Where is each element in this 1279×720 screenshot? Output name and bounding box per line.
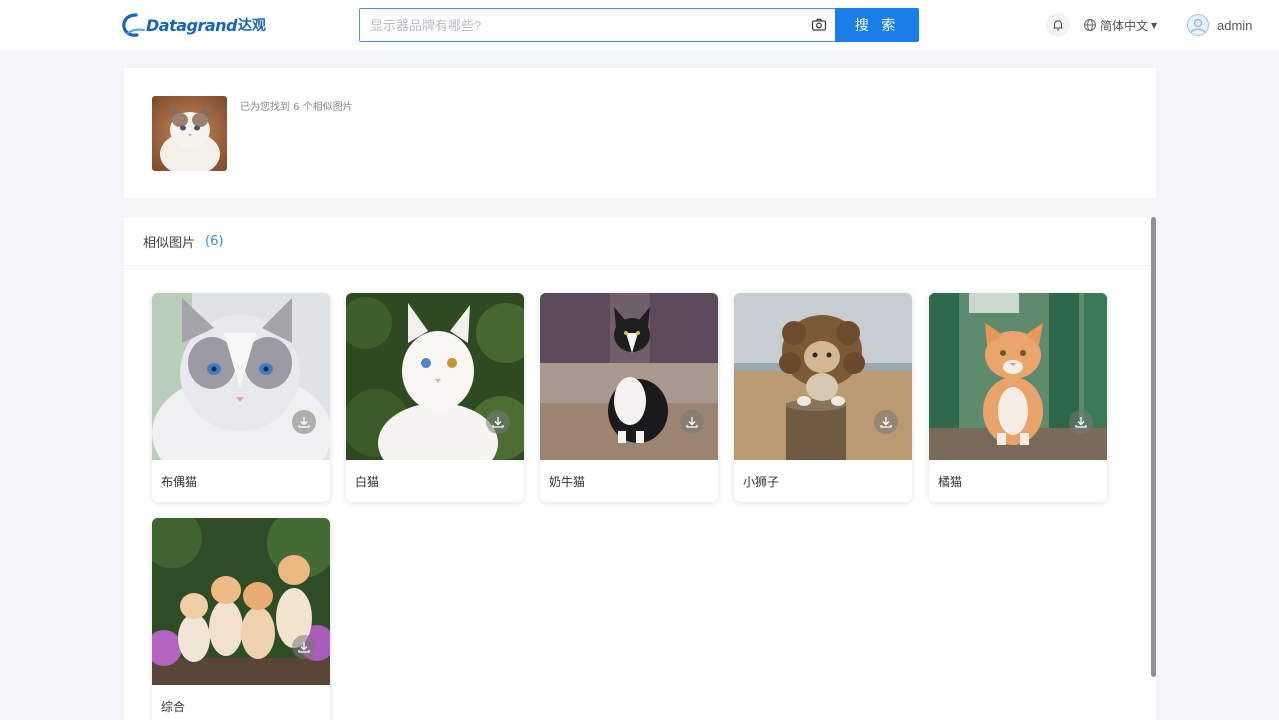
logo[interactable]: Datagrand 达观 — [122, 10, 266, 40]
camera-icon[interactable] — [810, 16, 828, 34]
download-icon[interactable] — [680, 410, 704, 434]
download-icon[interactable] — [874, 410, 898, 434]
result-label: 白猫 — [355, 474, 380, 489]
top-header: Datagrand 达观 搜 索 简体中文 ▼ — [0, 0, 1279, 50]
result-card[interactable]: 布偶猫 — [152, 293, 330, 502]
bell-icon[interactable] — [1046, 13, 1070, 37]
result-card[interactable]: 奶牛猫 — [540, 293, 718, 502]
search-input[interactable] — [360, 9, 800, 41]
language-selector[interactable]: 简体中文 ▼ — [1083, 16, 1157, 34]
result-card[interactable]: 综合 — [152, 518, 330, 720]
avatar — [1187, 14, 1209, 36]
query-image — [152, 96, 227, 171]
download-icon[interactable] — [486, 410, 510, 434]
result-card[interactable]: 小狮子 — [734, 293, 912, 502]
search-box — [359, 8, 836, 42]
results-header: 相似图片 (6) — [124, 217, 1156, 266]
results-panel: 相似图片 (6) 布偶猫 白猫 奶牛猫 小狮子 橘猫 综合 — [124, 217, 1156, 720]
logo-cn-text: 达观 — [238, 18, 267, 34]
caret-down-icon: ▼ — [1151, 20, 1158, 30]
result-label: 综合 — [161, 699, 186, 714]
found-count-text: 已为您找到 6 个相似图片 — [240, 102, 353, 113]
result-image — [152, 293, 330, 460]
user-menu[interactable]: admin — [1187, 13, 1252, 37]
language-label: 简体中文 — [1100, 18, 1149, 33]
result-label: 奶牛猫 — [549, 474, 586, 489]
search-button[interactable]: 搜 索 — [835, 8, 919, 42]
username: admin — [1217, 17, 1253, 33]
result-image — [152, 518, 330, 685]
result-label: 小狮子 — [743, 474, 780, 489]
result-image — [929, 293, 1107, 460]
scrollbar[interactable] — [1151, 217, 1156, 677]
result-image — [734, 293, 912, 460]
result-image — [346, 293, 524, 460]
results-title: 相似图片 — [143, 235, 196, 251]
download-icon[interactable] — [292, 635, 316, 659]
result-card[interactable]: 白猫 — [346, 293, 524, 502]
result-card[interactable]: 橘猫 — [929, 293, 1107, 502]
results-count: (6) — [205, 233, 224, 249]
download-icon[interactable] — [1069, 410, 1093, 434]
result-label: 布偶猫 — [161, 474, 198, 489]
query-card: 已为您找到 6 个相似图片 — [124, 68, 1156, 198]
result-image — [540, 293, 718, 460]
logo-text: Datagrand — [146, 15, 238, 35]
logo-swoosh-icon — [122, 13, 145, 37]
result-label: 橘猫 — [938, 474, 963, 489]
globe-icon — [1084, 19, 1096, 31]
download-icon[interactable] — [292, 410, 316, 434]
